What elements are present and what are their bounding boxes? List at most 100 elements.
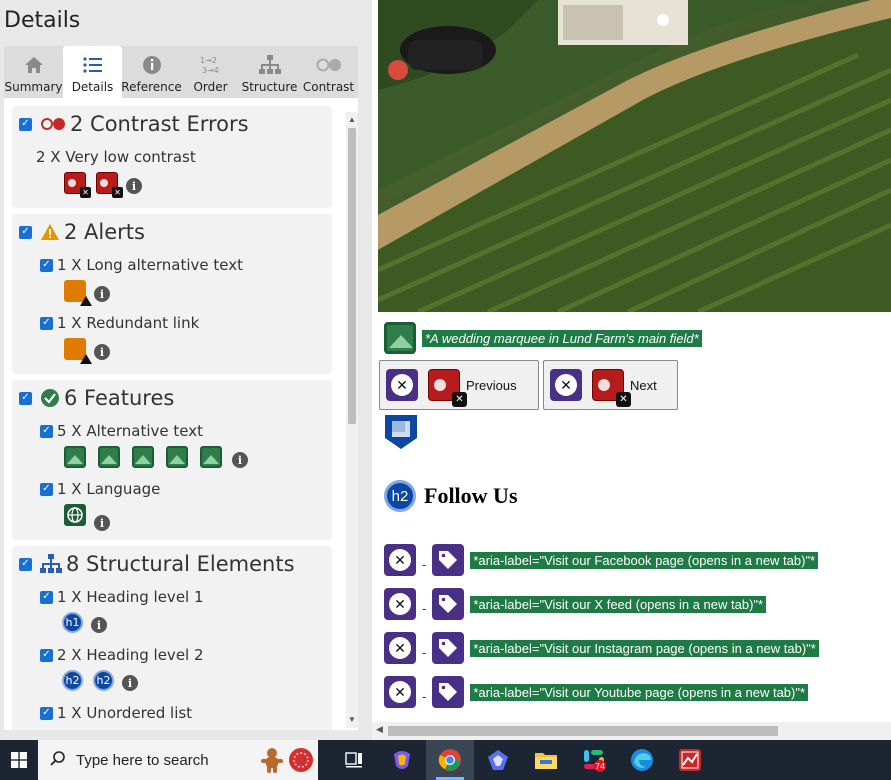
social-link-instagram[interactable]: ✕ - *aria-label="Visit our Instagram pag… bbox=[384, 632, 819, 664]
chrome-icon[interactable] bbox=[426, 740, 474, 780]
heading1-checkbox[interactable]: ✓ bbox=[40, 590, 53, 604]
previous-label: Previous bbox=[466, 377, 517, 393]
copilot-app-icon[interactable] bbox=[474, 740, 522, 780]
info-icon[interactable]: i bbox=[94, 344, 110, 360]
tab-label: Structure bbox=[241, 80, 298, 94]
scroll-thumb[interactable] bbox=[348, 128, 356, 424]
redundant-link-checkbox[interactable]: ✓ bbox=[40, 316, 53, 330]
scroll-thumb[interactable] bbox=[388, 726, 778, 736]
warning-icon bbox=[40, 223, 60, 241]
info-icon[interactable]: i bbox=[91, 617, 107, 633]
social-link-youtube[interactable]: ✕ - *aria-label="Visit our Youtube page … bbox=[384, 676, 809, 708]
separator: - bbox=[422, 688, 427, 704]
list-icon bbox=[82, 53, 103, 77]
language-checkbox[interactable]: ✓ bbox=[40, 482, 53, 496]
app-icon[interactable] bbox=[666, 740, 714, 780]
horizontal-scrollbar[interactable]: ◀ bbox=[372, 722, 891, 740]
tab-bar: Summary Details Reference 1→23→4 Order bbox=[4, 46, 358, 98]
redundant-link-icon[interactable] bbox=[64, 338, 92, 364]
heading-2-icon[interactable]: h2 bbox=[93, 670, 114, 691]
contrast-error-icon[interactable]: ✕ bbox=[96, 172, 123, 198]
social-link-x[interactable]: ✕ - *aria-label="Visit our X feed (opens… bbox=[384, 588, 767, 620]
details-list: ✓ 2 Contrast Errors 2 X Very low contras… bbox=[4, 98, 358, 730]
very-low-contrast-label: 2 X Very low contrast bbox=[36, 148, 196, 166]
heading2-checkbox[interactable]: ✓ bbox=[40, 648, 53, 662]
scroll-down-arrow-icon[interactable]: ▼ bbox=[346, 714, 358, 726]
contrast-checkbox[interactable]: ✓ bbox=[19, 117, 32, 131]
features-title: 6 Features bbox=[64, 386, 175, 410]
info-icon[interactable]: i bbox=[232, 452, 248, 468]
heading2-label: 2 X Heading level 2 bbox=[57, 646, 204, 664]
wedding-marquee-photo bbox=[378, 0, 891, 312]
info-icon bbox=[142, 53, 162, 77]
image-icon[interactable] bbox=[98, 446, 120, 468]
screen: Details Summary Details Reference 1→2 3→… bbox=[0, 0, 891, 780]
alerts-title: 2 Alerts bbox=[64, 220, 145, 244]
tab-summary[interactable]: Summary bbox=[4, 46, 63, 98]
windows-start-icon[interactable] bbox=[0, 740, 38, 780]
info-icon[interactable]: i bbox=[94, 515, 110, 531]
structure-checkbox[interactable]: ✓ bbox=[19, 557, 32, 571]
heading-1-icon[interactable]: h1 bbox=[62, 612, 83, 633]
edge-icon[interactable] bbox=[618, 740, 666, 780]
heading-2-icon[interactable]: h2 bbox=[384, 480, 416, 512]
heading1-label: 1 X Heading level 1 bbox=[57, 588, 204, 606]
missing-label-icon: ✕ bbox=[384, 588, 416, 620]
long-alt-checkbox[interactable]: ✓ bbox=[40, 258, 53, 272]
image-icon[interactable] bbox=[384, 322, 416, 354]
image-icon[interactable] bbox=[132, 446, 154, 468]
heading-2-icon[interactable]: h2 bbox=[62, 670, 83, 691]
check-circle-icon bbox=[40, 388, 60, 408]
tab-contrast[interactable]: Contrast bbox=[299, 46, 358, 98]
tab-structure[interactable]: Structure bbox=[240, 46, 299, 98]
info-icon[interactable]: i bbox=[122, 675, 138, 691]
previous-button[interactable]: ✕ ✕ Previous bbox=[379, 360, 539, 410]
structure-icon bbox=[40, 554, 62, 574]
alt-text-checkbox[interactable]: ✓ bbox=[40, 424, 53, 438]
tab-label: Details bbox=[71, 80, 114, 94]
image-icon[interactable] bbox=[64, 446, 86, 468]
panel-scrollbar[interactable]: ▲ ▼ bbox=[346, 112, 358, 728]
next-button[interactable]: ✕ ✕ Next bbox=[543, 360, 678, 410]
long-alt-label: 1 X Long alternative text bbox=[57, 256, 244, 274]
home-icon bbox=[24, 53, 44, 77]
scroll-up-arrow-icon[interactable]: ▲ bbox=[346, 114, 358, 126]
alerts-checkbox[interactable]: ✓ bbox=[19, 225, 32, 239]
tab-label: Order bbox=[193, 80, 228, 94]
tab-order[interactable]: 1→2 3→4 Order bbox=[181, 46, 240, 98]
search-placeholder: Type here to search bbox=[76, 751, 209, 769]
social-link-facebook[interactable]: ✕ - *aria-label="Visit our Facebook page… bbox=[384, 544, 819, 576]
missing-label-icon: ✕ bbox=[384, 676, 416, 708]
svg-text:3→4: 3→4 bbox=[202, 66, 219, 75]
taskbar-search[interactable]: Type here to search bbox=[38, 740, 318, 780]
slack-icon[interactable]: 74 bbox=[570, 740, 618, 780]
tab-reference[interactable]: Reference bbox=[121, 46, 182, 98]
landmark-icon[interactable] bbox=[384, 414, 418, 450]
scroll-left-arrow-icon[interactable]: ◀ bbox=[376, 724, 383, 735]
contrast-error-icon[interactable]: ✕ bbox=[64, 172, 91, 198]
task-view-icon[interactable] bbox=[330, 740, 378, 780]
follow-us-heading: h2 Follow Us bbox=[384, 480, 518, 512]
slack-badge: 74 bbox=[595, 762, 605, 771]
aria-label-text: *aria-label="Visit our Facebook page (op… bbox=[470, 551, 819, 569]
features-checkbox[interactable]: ✓ bbox=[19, 391, 32, 405]
contrast-icon bbox=[316, 53, 342, 77]
structural-card: ✓ 8 Structural Elements ✓ 1 X Heading le… bbox=[12, 546, 332, 730]
tab-details[interactable]: Details bbox=[63, 46, 122, 98]
image-icon[interactable] bbox=[166, 446, 188, 468]
list-checkbox[interactable]: ✓ bbox=[40, 706, 53, 720]
next-label: Next bbox=[630, 377, 657, 393]
info-icon[interactable]: i bbox=[126, 178, 142, 194]
file-explorer-icon[interactable] bbox=[522, 740, 570, 780]
features-card: ✓ 6 Features ✓ 5 X Alternative text i ✓ … bbox=[12, 380, 332, 540]
image-icon[interactable] bbox=[200, 446, 222, 468]
alt-text-label: 5 X Alternative text bbox=[57, 422, 204, 440]
copilot-icon[interactable] bbox=[378, 740, 426, 780]
globe-icon[interactable] bbox=[64, 504, 86, 531]
tab-label: Contrast bbox=[302, 80, 355, 94]
separator: - bbox=[422, 644, 427, 660]
tag-icon bbox=[432, 676, 465, 708]
long-alt-text-icon[interactable] bbox=[64, 280, 92, 306]
redundant-link-label: 1 X Redundant link bbox=[57, 314, 200, 332]
info-icon[interactable]: i bbox=[94, 286, 110, 302]
